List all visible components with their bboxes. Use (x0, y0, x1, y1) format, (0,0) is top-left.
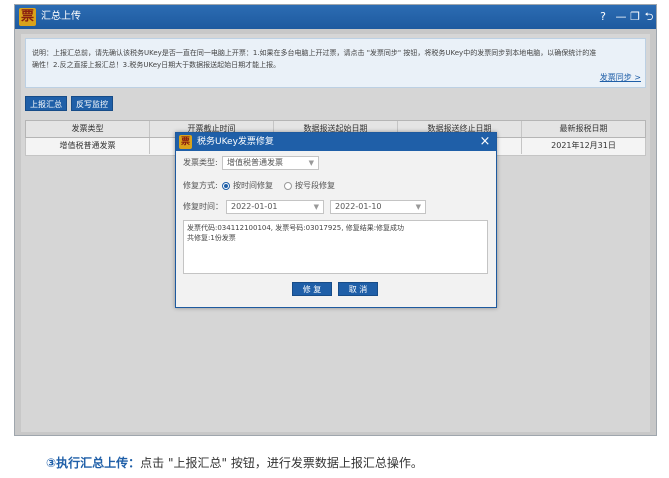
end-date-value: 2022-01-10 (335, 202, 382, 211)
chevron-down-icon: ▼ (313, 203, 319, 211)
notice-panel: 说明：上报汇总前，请先确认该税务UKey是否一直在同一电脑上开票：1.如果在多台… (25, 38, 646, 88)
repair-by-range-label[interactable]: 按号段修复 (295, 180, 335, 192)
repair-by-time-label[interactable]: 按时间修复 (233, 180, 273, 192)
column-header: 发票类型 (26, 121, 150, 137)
dialog-logo-icon: 票 (179, 135, 192, 149)
repair-mode-label: 修复方式: (183, 181, 218, 190)
caption-text: 点击 "上报汇总" 按钮，进行发票数据上报汇总操作。 (140, 456, 423, 470)
repair-by-range-radio[interactable] (284, 182, 292, 190)
notice-text-line2: 确性！2.反之直接上报汇总！3.税务UKey日期大于数据报送起始日期才能上报。 (32, 61, 281, 69)
repair-by-time-radio[interactable] (222, 182, 230, 190)
end-date-select[interactable]: 2022-01-10 ▼ (330, 200, 426, 214)
invoice-type-select[interactable]: 增值税普通发票 ▼ (222, 156, 319, 170)
report-summary-button[interactable]: 上报汇总 (25, 96, 67, 111)
cancel-button[interactable]: 取 消 (338, 282, 378, 296)
table-cell: 2021年12月31日 (551, 141, 616, 150)
caption-step: ③执行汇总上传： (46, 456, 141, 470)
table-cell: 增值税普通发票 (26, 138, 150, 154)
close-icon[interactable]: × (478, 134, 492, 150)
ukey-repair-dialog: 票 税务UKey发票修复 × 发票类型: 增值税普通发票 ▼ 修复方式: 按时间… (175, 132, 497, 308)
dialog-title-bar: 票 税务UKey发票修复 × (176, 133, 496, 151)
start-date-value: 2022-01-01 (231, 202, 278, 211)
caption: ③执行汇总上传：点击 "上报汇总" 按钮，进行发票数据上报汇总操作。 (46, 455, 423, 471)
repair-button[interactable]: 修 复 (292, 282, 332, 296)
column-header: 最新报税日期 (559, 124, 608, 133)
help-icon[interactable]: ? (596, 9, 610, 25)
title-bar: 票 汇总上传 ? — ❐ ⮌ (15, 5, 656, 29)
minimize-icon[interactable]: — (614, 9, 628, 25)
repair-result-line2: 共修复:1份发票 (187, 234, 236, 242)
reverse-monitor-button[interactable]: 反写监控 (71, 96, 113, 111)
invoice-type-value: 增值税普通发票 (227, 158, 283, 167)
chevron-down-icon: ▼ (308, 159, 314, 167)
start-date-select[interactable]: 2022-01-01 ▼ (226, 200, 324, 214)
notice-text-line1: 说明：上报汇总前，请先确认该税务UKey是否一直在同一电脑上开票：1.如果在多台… (32, 49, 597, 57)
invoice-sync-link[interactable]: 发票同步 > (600, 72, 641, 83)
dialog-title: 税务UKey发票修复 (197, 137, 274, 147)
repair-time-label: 修复时间： (183, 202, 223, 211)
window-title: 汇总上传 (41, 11, 81, 22)
app-logo-icon: 票 (19, 8, 36, 26)
invoice-type-label: 发票类型: (183, 158, 218, 167)
maximize-icon[interactable]: ❐ (628, 9, 642, 25)
back-icon[interactable]: ⮌ (642, 9, 656, 25)
repair-result-box: 发票代码:034112100104, 发票号码:03017925, 修复结果:修… (183, 220, 488, 274)
repair-result-line1: 发票代码:034112100104, 发票号码:03017925, 修复结果:修… (187, 224, 405, 232)
chevron-down-icon: ▼ (415, 203, 421, 211)
